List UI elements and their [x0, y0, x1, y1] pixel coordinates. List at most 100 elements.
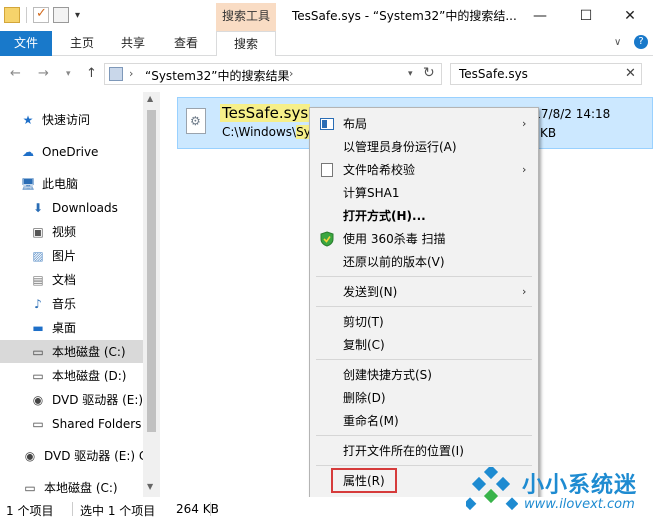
quick-access-toolbar: ▾	[4, 6, 80, 23]
menu-item-restore-versions[interactable]: 还原以前的版本(V)	[310, 250, 538, 273]
context-menu: 布局 › 以管理员身份运行(A) 文件哈希校验 › 计算SHA1 打开方式(H)…	[309, 107, 539, 498]
maximize-button[interactable]: ☐	[563, 0, 609, 31]
folder-icon[interactable]	[4, 7, 20, 23]
menu-divider	[316, 435, 532, 436]
menu-item-rename[interactable]: 重命名(M)	[310, 409, 538, 432]
breadcrumb[interactable]: “System32”中的搜索结果	[145, 67, 289, 84]
toolbar-divider	[26, 7, 27, 23]
menu-item-run-as-admin[interactable]: 以管理员身份运行(A)	[310, 135, 538, 158]
menu-divider	[316, 306, 532, 307]
navigation-bar: ← → ▾ ↑ › “System32”中的搜索结果 › ▾ ↻ TesSafe…	[0, 56, 653, 92]
menu-item-create-shortcut[interactable]: 创建快捷方式(S)	[310, 363, 538, 386]
clear-search-icon[interactable]: ✕	[625, 66, 636, 81]
star-icon: ★	[22, 112, 34, 127]
nav-item-onedrive[interactable]: ☁ OneDrive	[20, 140, 163, 163]
close-button[interactable]: ✕	[607, 0, 653, 31]
menu-item-cut[interactable]: 剪切(T)	[310, 310, 538, 333]
menu-item-open-file-location[interactable]: 打开文件所在的位置(I)	[310, 439, 538, 462]
nav-pane-scrollbar[interactable]: ▲ ▼	[143, 92, 160, 497]
file-path-prefix: C:\Windows\	[222, 125, 297, 139]
navigation-pane: ★ 快速访问 ☁ OneDrive 🖥 此电脑 ⬇ Downloads ▣ 视频 ▨ 图片 …	[0, 92, 147, 497]
drive-icon: ▭	[32, 368, 44, 383]
dvd-icon: ◉	[24, 448, 36, 463]
nav-item-label: 图片	[52, 249, 77, 263]
scroll-down-icon[interactable]: ▼	[147, 482, 153, 491]
layout-icon	[319, 116, 335, 132]
nav-item-label: DVD 驱动器 (E:)	[52, 393, 144, 407]
search-results-icon	[109, 67, 123, 81]
tab-file[interactable]: 文件	[0, 31, 52, 56]
up-button[interactable]: ↑	[86, 66, 97, 81]
search-tools-header: 搜索工具	[216, 3, 276, 31]
status-divider	[210, 502, 211, 516]
nav-item-label: 文档	[52, 273, 77, 287]
nav-item-quick-access[interactable]: ★ 快速访问	[20, 108, 163, 131]
help-icon[interactable]: ?	[634, 35, 648, 49]
nav-item-local-disk-c[interactable]: ▭ 本地磁盘 (C:)	[0, 340, 143, 363]
menu-item-sha1[interactable]: 计算SHA1	[310, 181, 538, 204]
search-input-value[interactable]: TesSafe.sys	[459, 67, 528, 81]
refresh-icon[interactable]: ↻	[423, 65, 435, 81]
nav-item-label: 本地磁盘 (D:)	[52, 369, 127, 383]
video-icon: ▣	[32, 224, 44, 239]
tab-search[interactable]: 搜索	[216, 31, 276, 57]
music-icon: ♪	[34, 296, 42, 311]
address-bar[interactable]: › “System32”中的搜索结果 › ▾ ↻	[104, 63, 442, 85]
menu-divider	[316, 276, 532, 277]
nav-item-label: 桌面	[52, 321, 77, 335]
tab-view[interactable]: 查看	[162, 31, 210, 56]
file-path: C:\Windows\Sys	[222, 125, 318, 139]
submenu-arrow-icon: ›	[522, 285, 527, 298]
breadcrumb-chevron-icon[interactable]: ›	[129, 67, 133, 80]
desktop-icon: ▬	[32, 320, 44, 335]
nav-item-label: 本地磁盘 (C:)	[52, 345, 126, 359]
drive-icon: ▭	[32, 344, 44, 359]
callout-highlight-box	[331, 468, 397, 493]
submenu-arrow-icon: ›	[522, 117, 527, 130]
tab-share[interactable]: 共享	[110, 31, 156, 56]
minimize-button[interactable]: —	[517, 0, 563, 31]
address-dropdown-icon[interactable]: ▾	[408, 69, 413, 79]
nav-item-label: DVD 驱动器 (E:) C	[44, 449, 148, 463]
watermark-logo	[466, 467, 518, 511]
menu-item-delete[interactable]: 删除(D)	[310, 386, 538, 409]
menu-item-layout[interactable]: 布局 ›	[310, 112, 538, 135]
ribbon-tabs: 文件 主页 共享 查看 搜索 ∨ ?	[0, 31, 653, 57]
title-bar: ▾ 搜索工具 TesSafe.sys - “System32”中的搜索结... …	[0, 0, 653, 31]
new-folder-icon[interactable]	[53, 7, 69, 23]
menu-item-file-hash[interactable]: 文件哈希校验 ›	[310, 158, 538, 181]
status-divider	[72, 502, 73, 516]
expand-ribbon-icon[interactable]: ∨	[614, 37, 621, 48]
properties-check-icon[interactable]	[33, 6, 49, 23]
menu-item-open-with[interactable]: 打开方式(H)...	[310, 204, 538, 227]
menu-item-send-to[interactable]: 发送到(N) ›	[310, 280, 538, 303]
breadcrumb-chevron-icon[interactable]: ›	[289, 67, 293, 80]
download-icon: ⬇	[32, 200, 44, 215]
cloud-icon: ☁	[22, 144, 34, 159]
menu-item-360-scan[interactable]: 使用 360杀毒 扫描	[310, 227, 538, 250]
tab-home[interactable]: 主页	[58, 31, 106, 56]
nav-item-label: 音乐	[52, 297, 77, 311]
back-button[interactable]: ←	[10, 66, 21, 81]
submenu-arrow-icon: ›	[522, 163, 527, 176]
scroll-up-icon[interactable]: ▲	[147, 94, 153, 103]
system-file-icon	[186, 108, 206, 134]
watermark-url: www.ilovext.com	[524, 497, 635, 512]
nav-item-label: 此电脑	[42, 177, 79, 191]
forward-button[interactable]: →	[38, 66, 49, 81]
recent-locations-button[interactable]: ▾	[66, 69, 71, 79]
dvd-icon: ◉	[32, 392, 44, 407]
selected-size: 264 KB	[176, 502, 219, 516]
shared-folder-icon: ▭	[32, 416, 44, 431]
picture-icon: ▨	[32, 248, 44, 263]
nav-item-label: 本地磁盘 (C:)	[44, 481, 118, 495]
nav-item-this-pc[interactable]: 🖥 此电脑	[20, 172, 163, 195]
nav-item-label: Downloads	[52, 200, 118, 215]
menu-item-copy[interactable]: 复制(C)	[310, 333, 538, 356]
search-input[interactable]: TesSafe.sys ✕	[450, 63, 642, 85]
watermark: 小小系统迷 www.ilovext.com	[462, 463, 652, 519]
customize-toolbar-icon[interactable]: ▾	[75, 10, 80, 21]
scrollbar-thumb[interactable]	[147, 110, 156, 432]
document-icon: ▤	[32, 272, 44, 287]
file-icon	[319, 162, 335, 178]
